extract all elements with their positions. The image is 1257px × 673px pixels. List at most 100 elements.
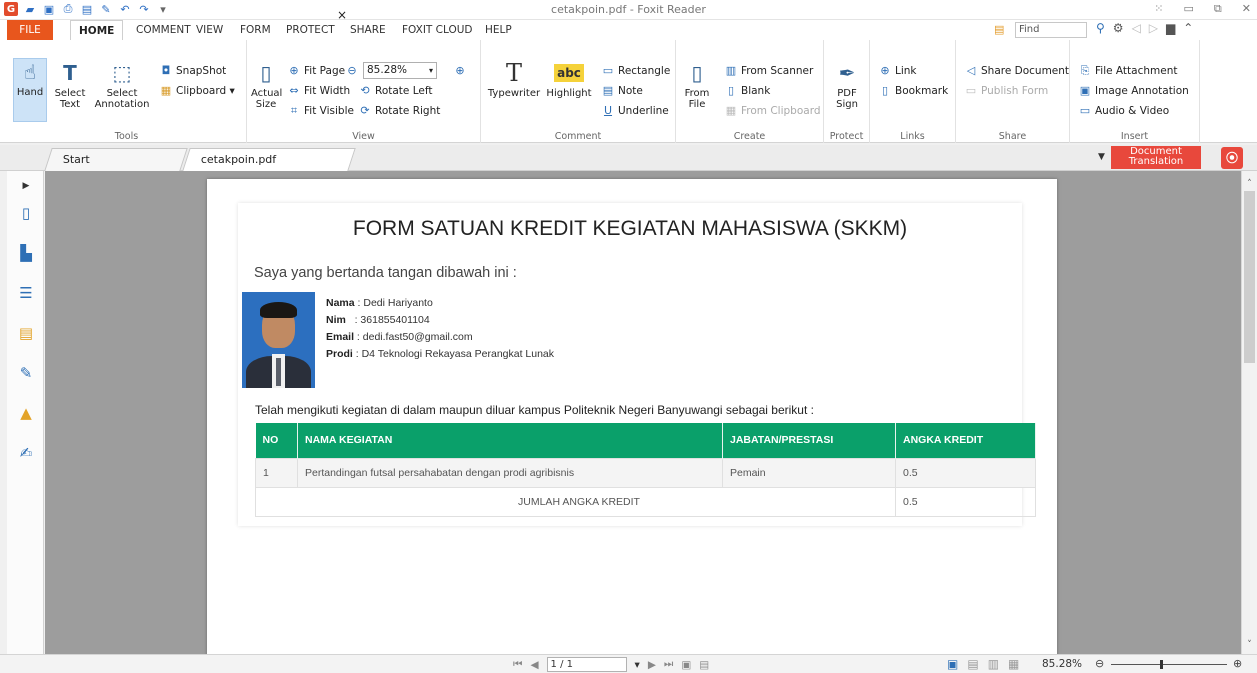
zoom-select[interactable]: 85.28% ▾	[363, 62, 437, 79]
copy-page-icon[interactable]: ▣	[681, 659, 691, 671]
tab-cetakpoin[interactable]: cetakpoin.pdf	[182, 148, 356, 171]
fit-visible-button[interactable]: ⌗ Fit Visible	[287, 102, 354, 119]
search-icon[interactable]: ⚲	[1096, 21, 1105, 35]
document-translation-button[interactable]: Document Translation	[1111, 146, 1201, 169]
page-number-input[interactable]: 1 / 1	[546, 657, 627, 672]
single-page-icon[interactable]: ▣	[947, 657, 958, 671]
ribbon-options-icon[interactable]: ⁙	[1154, 2, 1163, 16]
last-page-icon[interactable]: ⏭	[664, 658, 673, 671]
tab-form[interactable]: FORM	[232, 20, 279, 40]
previous-page-icon[interactable]: ◀	[530, 659, 538, 671]
typewriter-button[interactable]: T Typewriter	[486, 60, 542, 99]
zoom-in-button[interactable]: ⊕	[453, 62, 470, 79]
note-button[interactable]: ▤ Note	[601, 82, 643, 99]
next-icon[interactable]: ▷	[1149, 21, 1158, 35]
scroll-thumb[interactable]	[1244, 191, 1255, 363]
from-scanner-button[interactable]: ▥ From Scanner	[724, 62, 814, 79]
underline-button[interactable]: U Underline	[601, 102, 669, 119]
from-clipboard-button[interactable]: ▦ From Clipboard	[724, 102, 821, 119]
scroll-up-icon[interactable]: ˄	[1242, 179, 1257, 189]
scroll-down-icon[interactable]: ˅	[1242, 640, 1257, 650]
publish-form-button[interactable]: ▭ Publish Form	[964, 82, 1048, 99]
vertical-scrollbar[interactable]: ˄ ˅	[1241, 171, 1257, 654]
total-label: JUMLAH ANGKA KREDIT	[255, 486, 896, 517]
tab-help[interactable]: HELP	[477, 20, 520, 40]
page-dropdown-icon[interactable]: ▾	[635, 659, 640, 671]
note-icon: ▤	[602, 84, 614, 97]
from-file-button[interactable]: ▯ From File	[682, 60, 712, 110]
zoom-slider[interactable]: ⊖ ⊕	[1093, 657, 1253, 671]
select-text-button[interactable]: T Select Text	[51, 60, 89, 110]
file-attachment-label: File Attachment	[1095, 65, 1178, 77]
rotate-right-button[interactable]: ⟳ Rotate Right	[358, 102, 440, 119]
snapshot-button[interactable]: ◘ SnapShot	[159, 62, 227, 79]
continuous-facing-icon[interactable]: ▦	[1008, 657, 1019, 671]
highlight-label: Highlight	[546, 88, 592, 99]
collapse-ribbon-icon[interactable]: ⌃	[1183, 21, 1193, 35]
tab-foxit-cloud[interactable]: FOXIT CLOUD	[394, 20, 481, 40]
highlight-button[interactable]: abc Highlight	[543, 60, 595, 99]
rectangle-button[interactable]: ▭ Rectangle	[601, 62, 671, 79]
scanner-icon: ▥	[725, 64, 737, 77]
image-annotation-button[interactable]: ▣ Image Annotation	[1078, 82, 1189, 99]
hand-icon: ☝	[23, 60, 37, 84]
minimize-icon[interactable]: ▭	[1184, 2, 1194, 16]
first-page-icon[interactable]: ⏮	[513, 658, 522, 671]
blank-button[interactable]: ▯ Blank	[724, 82, 770, 99]
share-document-button[interactable]: ◁ Share Document	[964, 62, 1069, 79]
video-icon: ▭	[1079, 104, 1091, 117]
zoom-out-icon[interactable]: ⊖	[1095, 657, 1104, 670]
file-attachment-button[interactable]: ⎘ File Attachment	[1078, 62, 1178, 79]
signatures-icon[interactable]: ✍	[17, 444, 35, 462]
select-annotation-button[interactable]: ⬚ Select Annotation	[91, 60, 153, 110]
tab-close-icon[interactable]: ×	[337, 8, 347, 22]
zoom-out-button[interactable]: ⊖	[345, 62, 362, 79]
rectangle-label: Rectangle	[618, 65, 671, 77]
find-input[interactable]: Find	[1015, 22, 1087, 38]
link-button[interactable]: ⊕ Link	[878, 62, 917, 79]
restore-icon[interactable]: ⧉	[1214, 2, 1222, 16]
tab-home[interactable]: HOME	[70, 20, 124, 40]
document-view[interactable]: FORM SATUAN KREDIT KEGIATAN MAHASISWA (S…	[45, 171, 1241, 654]
comments-icon[interactable]: ▤	[17, 324, 35, 342]
from-scanner-label: From Scanner	[741, 65, 814, 77]
pdf-sign-button[interactable]: ✒ PDF Sign	[829, 60, 865, 110]
tab-start[interactable]: Start	[44, 148, 188, 171]
link-label: Link	[895, 65, 917, 77]
expand-panel-icon[interactable]: ▶	[17, 177, 35, 195]
pages-icon[interactable]: ▙	[17, 244, 35, 262]
settings-icon[interactable]: ⚙	[1113, 21, 1124, 35]
security-lock-icon[interactable]: ▲	[17, 404, 35, 422]
page-thumbnails-icon[interactable]: ▯	[17, 204, 35, 222]
tab-share[interactable]: SHARE	[342, 20, 394, 40]
next-page-icon[interactable]: ▶	[648, 659, 656, 671]
attachments-icon[interactable]: ✎	[17, 364, 35, 382]
tab-file[interactable]: FILE	[7, 20, 53, 40]
facing-icon[interactable]: ▥	[988, 657, 999, 671]
fit-page-button[interactable]: ⊕ Fit Page	[287, 62, 345, 79]
zoom-in-icon: ⊕	[455, 64, 465, 77]
find-options-icon[interactable]: ▤	[994, 23, 1010, 37]
audio-video-button[interactable]: ▭ Audio & Video	[1078, 102, 1169, 119]
actual-size-button[interactable]: ▯ Actual Size	[251, 60, 282, 110]
tab-list-icon[interactable]: ▼	[1098, 152, 1105, 162]
tab-cetakpoin-label: cetakpoin.pdf	[200, 153, 277, 166]
close-icon[interactable]: ✕	[1242, 2, 1251, 16]
skin-icon[interactable]: ▆	[1166, 21, 1175, 35]
rotate-left-button[interactable]: ⟲ Rotate Left	[358, 82, 432, 99]
zoom-in-icon[interactable]: ⊕	[1233, 657, 1242, 670]
continuous-icon[interactable]: ▤	[967, 657, 978, 671]
page-view-icon[interactable]: ▤	[699, 659, 709, 671]
previous-icon[interactable]: ◁	[1132, 21, 1141, 35]
header-jabatan: JABATAN/PRESTASI	[722, 423, 896, 458]
layers-icon[interactable]: ☰	[17, 284, 35, 302]
hand-button[interactable]: ☝ Hand	[13, 58, 47, 122]
fit-width-button[interactable]: ⇔ Fit Width	[287, 82, 350, 99]
clipboard-button[interactable]: ▦ Clipboard ▾	[159, 82, 235, 99]
tab-protect[interactable]: PROTECT	[278, 20, 343, 40]
fit-visible-icon: ⌗	[290, 104, 298, 117]
translate-icon[interactable]: ⦿	[1221, 147, 1243, 169]
tab-view[interactable]: VIEW	[188, 20, 231, 40]
zoom-slider-knob[interactable]	[1160, 660, 1163, 669]
bookmark-button[interactable]: ▯ Bookmark	[878, 82, 948, 99]
